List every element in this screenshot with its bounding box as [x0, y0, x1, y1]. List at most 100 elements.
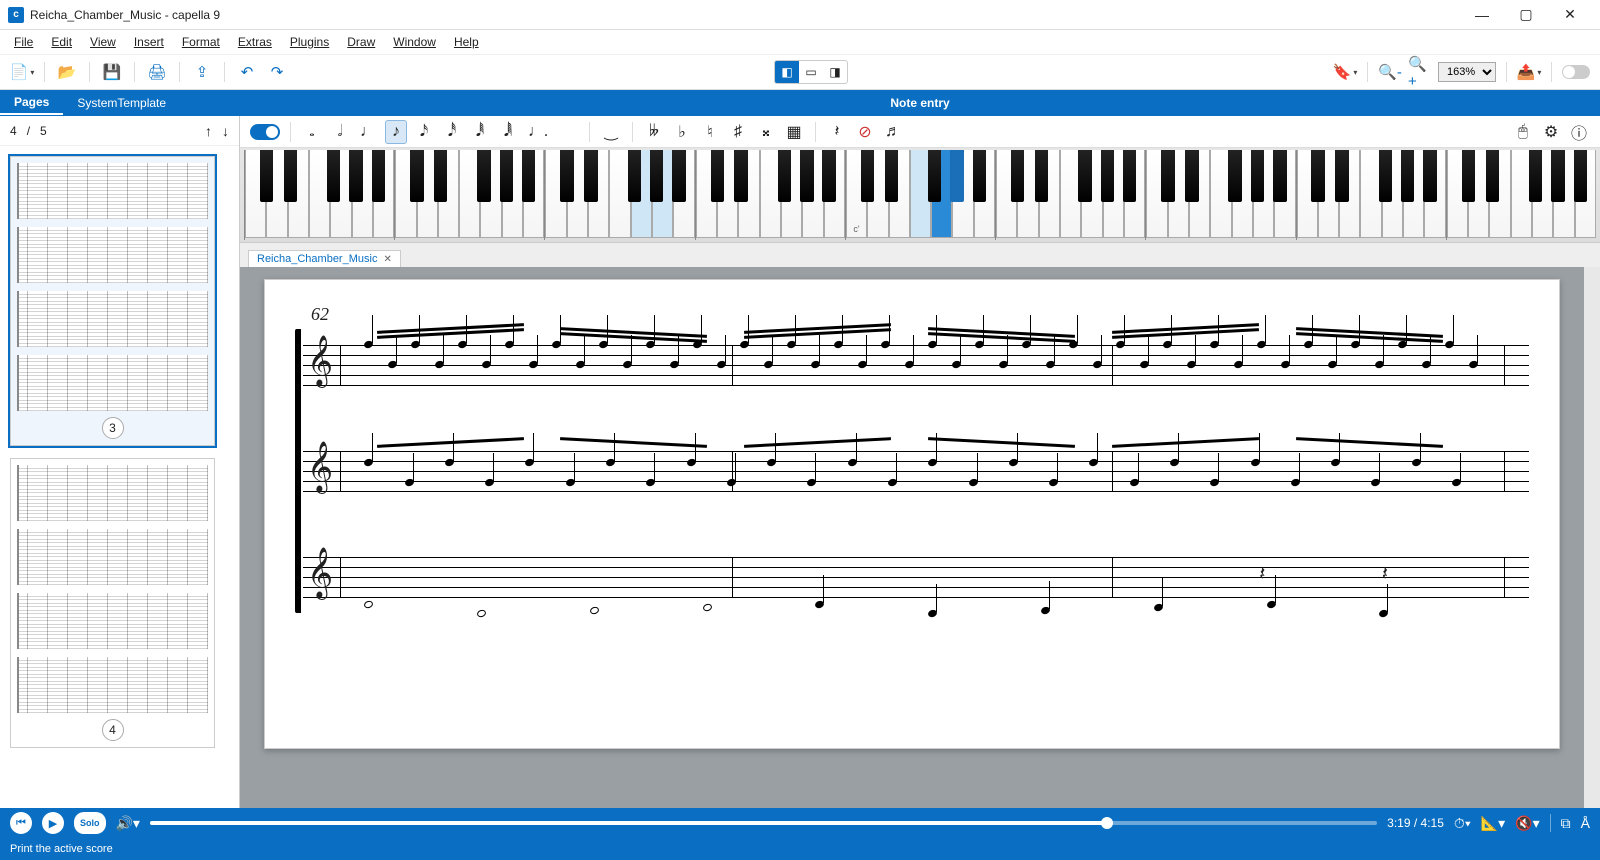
black-key[interactable] [973, 150, 986, 202]
zoom-in-button[interactable]: 🔍+ [1408, 60, 1432, 84]
close-button[interactable]: ✕ [1548, 0, 1592, 30]
duration-more[interactable] [557, 120, 579, 144]
view-mode-left[interactable]: ◧ [775, 61, 799, 83]
menu-plugins[interactable]: Plugins [282, 33, 337, 51]
black-key[interactable] [1161, 150, 1174, 202]
zoom-select[interactable]: 163% [1438, 62, 1496, 82]
rest-button[interactable]: 𝄽 [826, 120, 848, 144]
tie-button[interactable]: ‿ [600, 120, 622, 144]
menu-draw[interactable]: Draw [339, 33, 383, 51]
document-tab[interactable]: Reicha_Chamber_Music ✕ [248, 250, 401, 267]
black-key[interactable] [778, 150, 791, 202]
menu-format[interactable]: Format [174, 33, 228, 51]
menu-edit[interactable]: Edit [43, 33, 80, 51]
menu-file[interactable]: File [6, 33, 41, 51]
compare-icon[interactable]: ⧉ [1561, 815, 1571, 832]
black-key[interactable] [1035, 150, 1048, 202]
black-key[interactable] [1335, 150, 1348, 202]
maximize-button[interactable]: ▢ [1504, 0, 1548, 30]
black-key[interactable] [672, 150, 685, 202]
black-key[interactable] [861, 150, 874, 202]
redo-button[interactable]: ↷ [265, 60, 289, 84]
bookmark-button[interactable]: 🔖 [1333, 60, 1357, 84]
menu-window[interactable]: Window [385, 33, 444, 51]
black-key[interactable] [410, 150, 423, 202]
black-key[interactable] [1486, 150, 1499, 202]
info-icon[interactable]: ⓘ [1568, 120, 1590, 144]
black-key[interactable] [1529, 150, 1542, 202]
black-key[interactable] [327, 150, 340, 202]
save-button[interactable]: 💾 [100, 60, 124, 84]
mouse-input-icon[interactable]: 🖱 [1512, 120, 1534, 144]
menu-view[interactable]: View [82, 33, 124, 51]
black-key[interactable] [628, 150, 641, 202]
black-key[interactable] [349, 150, 362, 202]
duration-128th[interactable]: 𝅘𝅥𝅲 [497, 120, 519, 144]
note[interactable] [476, 609, 487, 618]
black-key[interactable] [434, 150, 447, 202]
score-canvas[interactable]: 62 𝄞𝄞𝄞𝄽𝄽 [240, 267, 1584, 808]
black-key[interactable] [1123, 150, 1136, 202]
sharp[interactable]: ♯ [727, 120, 749, 144]
black-key[interactable] [1462, 150, 1475, 202]
tab-pages[interactable]: Pages [0, 91, 63, 115]
page-down-button[interactable]: ↓ [222, 123, 229, 139]
rest[interactable]: 𝄽 [1382, 563, 1388, 586]
rest[interactable]: 𝄽 [1259, 563, 1265, 586]
duration-quarter[interactable]: ♩ [357, 120, 379, 144]
minimize-button[interactable]: — [1460, 0, 1504, 30]
note-entry-toggle[interactable] [250, 124, 280, 140]
delete-note-button[interactable]: ⊘ [854, 120, 876, 144]
natural[interactable]: ♮ [699, 120, 721, 144]
mode-toggle[interactable] [1562, 65, 1590, 79]
piano-keyboard[interactable]: c' [240, 148, 1600, 243]
view-mode-center[interactable]: ▭ [799, 61, 823, 83]
print-button[interactable]: 🖨 [145, 60, 169, 84]
black-key[interactable] [928, 150, 941, 202]
volume-icon[interactable]: 🔊▾ [116, 815, 140, 832]
black-key[interactable] [1251, 150, 1264, 202]
black-key[interactable] [284, 150, 297, 202]
black-key[interactable] [260, 150, 273, 202]
black-key[interactable] [1101, 150, 1114, 202]
undo-button[interactable]: ↶ [235, 60, 259, 84]
double-flat[interactable]: 𝄫 [643, 120, 665, 144]
zoom-out-button[interactable]: 🔍- [1378, 60, 1402, 84]
staff[interactable]: 𝄞 [303, 435, 1529, 507]
share-button[interactable]: ⇪ [190, 60, 214, 84]
black-key[interactable] [560, 150, 573, 202]
black-key[interactable] [800, 150, 813, 202]
new-file-button[interactable]: 📄 [10, 60, 34, 84]
play-button[interactable]: ▶ [42, 812, 64, 834]
duration-half[interactable]: 𝅗𝅥 [329, 120, 351, 144]
to-start-button[interactable]: ⏮ [10, 812, 32, 834]
enharmonic-button[interactable]: ▦ [783, 120, 805, 144]
note[interactable] [589, 606, 600, 615]
tab-system-template[interactable]: SystemTemplate [63, 92, 180, 114]
menu-extras[interactable]: Extras [230, 33, 280, 51]
note[interactable] [702, 603, 713, 612]
close-tab-icon[interactable]: ✕ [383, 254, 391, 265]
staff[interactable]: 𝄞𝄽𝄽 [303, 541, 1529, 613]
black-key[interactable] [1401, 150, 1414, 202]
thumbnail-page-3[interactable]: 3 [10, 156, 215, 446]
black-key[interactable] [650, 150, 663, 202]
playback-slider[interactable] [150, 821, 1377, 825]
black-key[interactable] [477, 150, 490, 202]
black-key[interactable] [1273, 150, 1286, 202]
duration-16th[interactable]: 𝅘𝅥𝅯 [413, 120, 435, 144]
duration-dot[interactable]: ♩. [525, 120, 551, 144]
page-up-button[interactable]: ↑ [205, 123, 212, 139]
black-key[interactable] [1311, 150, 1324, 202]
black-key[interactable] [372, 150, 385, 202]
black-key[interactable] [1011, 150, 1024, 202]
black-key[interactable] [522, 150, 535, 202]
solo-button[interactable]: Solo [74, 812, 106, 834]
note[interactable] [363, 600, 374, 609]
black-key[interactable] [1185, 150, 1198, 202]
metronome-icon[interactable]: 📐▾ [1481, 815, 1505, 832]
black-key[interactable] [1551, 150, 1564, 202]
mute-icon[interactable]: 🔇▾ [1515, 815, 1539, 832]
view-mode-right[interactable]: ◨ [823, 61, 847, 83]
staff[interactable]: 𝄞 [303, 329, 1529, 401]
